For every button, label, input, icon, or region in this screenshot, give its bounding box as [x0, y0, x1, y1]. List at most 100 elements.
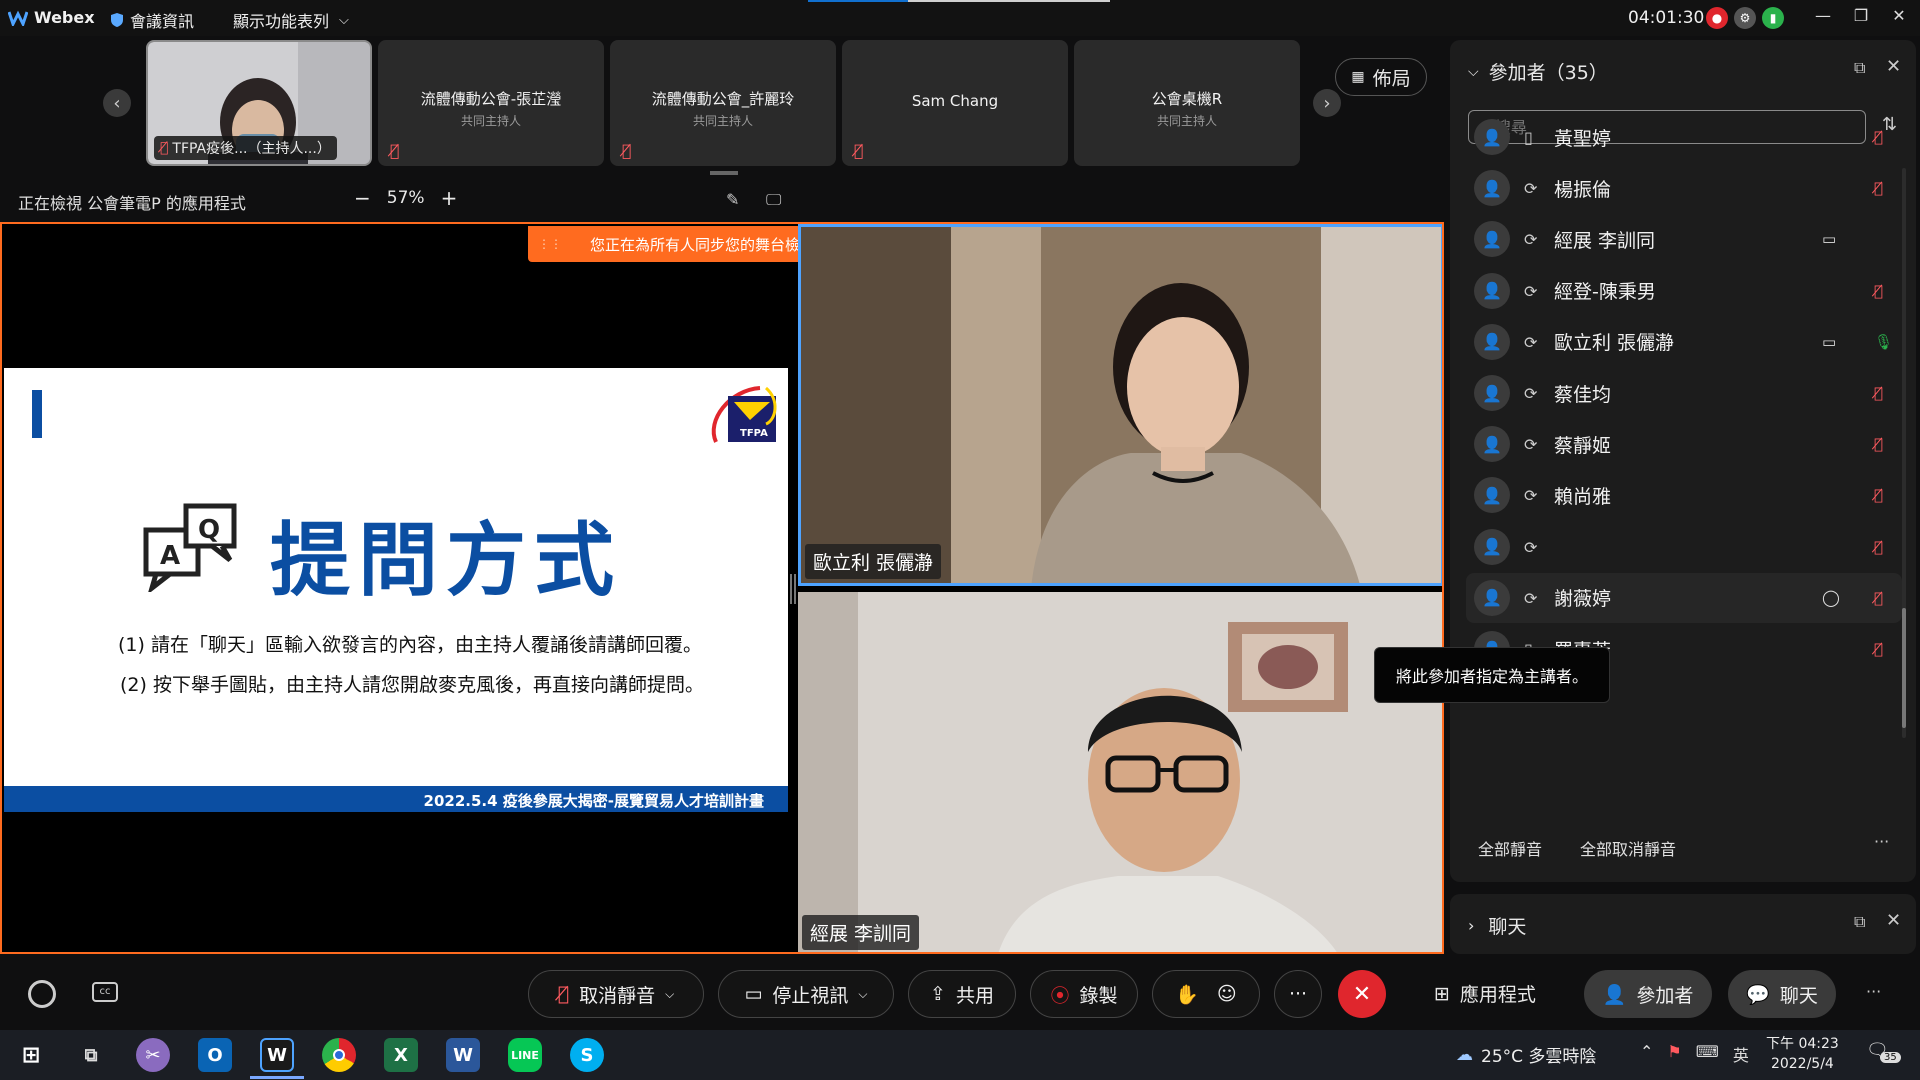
thumbnail-role: 共同主持人: [460, 114, 521, 128]
participant-row[interactable]: 👤 ⟳ 經展 李訓同 ▭: [1466, 214, 1902, 264]
close-icon[interactable]: ✕: [1886, 56, 1901, 77]
network-stats-icon[interactable]: ▮: [1762, 7, 1784, 29]
excel-icon[interactable]: X: [384, 1038, 418, 1072]
popout-icon[interactable]: ⧉: [1854, 912, 1865, 932]
line-icon[interactable]: LINE: [508, 1038, 542, 1072]
video-tile-participant[interactable]: 經展 李訓同: [798, 592, 1442, 952]
video-tile-speaker[interactable]: 歐立利 張儷瀞: [798, 224, 1442, 586]
speaker-video-feed: [801, 227, 1441, 583]
close-icon[interactable]: ✕: [1886, 910, 1901, 931]
record-button[interactable]: ⦿ 錄製: [1030, 970, 1138, 1018]
participant-row[interactable]: 👤 ▯ 黃聖婷 🎙̸: [1466, 112, 1902, 162]
windows-start-icon[interactable]: ⊞: [14, 1038, 48, 1072]
chat-bubble-icon[interactable]: ◯: [1822, 588, 1840, 607]
annotate-icon[interactable]: ✎: [726, 190, 739, 209]
end-meeting-button[interactable]: ✕: [1338, 970, 1386, 1018]
thumbnail-participant[interactable]: 公會桌機R 共同主持人: [1074, 40, 1300, 166]
taskbar-clock[interactable]: 下午 04:23 2022/5/4: [1766, 1034, 1839, 1074]
sync-icon: ⟳: [1524, 332, 1538, 352]
participants-toggle-button[interactable]: 👤 參加者: [1584, 970, 1712, 1018]
participant-row[interactable]: 👤 ⟳ 經登-陳秉男 🎙̸: [1466, 266, 1902, 316]
chevron-left-icon: ‹: [113, 92, 121, 114]
scrollbar-track[interactable]: [1902, 168, 1906, 738]
layout-button[interactable]: ▦ 佈局: [1335, 58, 1427, 96]
stop-video-button[interactable]: ▭ 停止視訊 ⌵: [718, 970, 894, 1018]
scrollbar-thumb[interactable]: [1902, 608, 1906, 728]
captions-icon[interactable]: cc: [92, 982, 118, 1002]
weather-widget[interactable]: ☁ 25°C 多雲時陰: [1456, 1042, 1597, 1068]
share-button[interactable]: ⇪ 共用: [908, 970, 1016, 1018]
mic-muted-icon: 🎙̸: [622, 141, 632, 160]
remote-control-icon[interactable]: 🖵: [766, 190, 781, 210]
participants-header[interactable]: ⌵ 參加者（35）: [1468, 58, 1608, 85]
participant-row[interactable]: 👤 ⟳ 歐立利 張儷瀞 ▭ 🎙: [1466, 317, 1902, 367]
more-panels-button[interactable]: ···: [1866, 982, 1881, 1001]
thumbnail-participant[interactable]: 流體傳動公會_許麗玲 共同主持人 🎙̸: [610, 40, 836, 166]
thumbnail-name: 流體傳動公會-張芷瀅: [420, 90, 562, 108]
assign-presenter-tooltip: 將此參加者指定為主講者。: [1374, 647, 1610, 703]
record-icon: ⦿: [1050, 984, 1070, 1007]
thumbnails-prev-button[interactable]: ‹: [103, 89, 131, 117]
thumbnail-role: 共同主持人: [692, 114, 753, 128]
reactions-icon[interactable]: ☺: [1217, 983, 1237, 1005]
outlook-icon[interactable]: O: [198, 1038, 232, 1072]
task-view-icon[interactable]: ⧉: [74, 1038, 108, 1072]
zoom-in-button[interactable]: +: [441, 186, 458, 210]
skype-icon[interactable]: S: [570, 1038, 604, 1072]
participant-row[interactable]: 👤 ⟳ 楊振倫 🎙̸: [1466, 163, 1902, 213]
chat-toggle-button[interactable]: 💬 聊天: [1728, 970, 1836, 1018]
thumbnail-name: Sam Chang: [911, 92, 999, 110]
participant-row[interactable]: 👤 ⟳ 蔡佳均 🎙̸: [1466, 368, 1902, 418]
raise-hand-icon[interactable]: ✋: [1175, 983, 1199, 1006]
restore-icon[interactable]: ❐: [1842, 6, 1880, 25]
popout-icon[interactable]: ⧉: [1854, 58, 1865, 78]
word-icon[interactable]: W: [446, 1038, 480, 1072]
notification-icon[interactable]: 🗨 35: [1866, 1040, 1901, 1063]
chevron-up-icon[interactable]: ⌃: [1640, 1042, 1653, 1066]
close-icon[interactable]: ✕: [1880, 6, 1918, 25]
minimize-icon[interactable]: —: [1804, 6, 1842, 25]
meeting-info-button[interactable]: 會議資訊: [110, 8, 194, 32]
more-controls-button[interactable]: ···: [1274, 970, 1322, 1018]
mute-all-button[interactable]: 全部靜音: [1478, 836, 1542, 860]
snip-app-icon[interactable]: ✂: [136, 1038, 170, 1072]
participant-row[interactable]: 👤 ⟳ 賴尚雅 🎙̸: [1466, 470, 1902, 520]
participant-name: 蔡靜姬: [1554, 434, 1612, 457]
self-view-icon[interactable]: [28, 980, 56, 1008]
webex-taskbar-icon[interactable]: W: [260, 1038, 294, 1072]
participant-row[interactable]: 👤 ⟳ 🎙̸: [1466, 522, 1902, 572]
app-title[interactable]: Webex: [8, 8, 95, 27]
svg-text:Q: Q: [198, 515, 220, 545]
unmute-button[interactable]: 🎙̸ 取消靜音 ⌵: [528, 970, 704, 1018]
stage-resize-handle[interactable]: [790, 574, 796, 604]
avatar: 👤: [1474, 579, 1510, 616]
thumbnail-host[interactable]: 🎙̸ TFPA疫後...（主持人...）: [146, 40, 372, 166]
weather-text: 25°C 多雲時陰: [1481, 1047, 1597, 1067]
unmute-all-button[interactable]: 全部取消靜音: [1580, 836, 1676, 860]
chat-header[interactable]: › 聊天: [1468, 912, 1526, 939]
sync-icon: ⟳: [1524, 486, 1538, 506]
more-options-button[interactable]: ···: [1874, 832, 1889, 851]
thumbnail-participant[interactable]: Sam Chang 🎙̸: [842, 40, 1068, 166]
thumbnail-participant[interactable]: 流體傳動公會-張芷瀅 共同主持人 🎙̸: [378, 40, 604, 166]
drag-handle-icon[interactable]: ⋮⋮: [538, 237, 562, 251]
shared-slide: TFPA A Q 提問方式 (1) 請在「聊天」區輸入欲發言的內容，由主持人覆誦…: [4, 368, 788, 812]
ime-indicator[interactable]: 英: [1733, 1042, 1749, 1066]
thumbnails-next-button[interactable]: ›: [1313, 89, 1341, 117]
participant-row[interactable]: 👤 ⟳ 蔡靜姬 🎙̸: [1466, 419, 1902, 469]
keyboard-icon[interactable]: ⌨: [1696, 1042, 1719, 1066]
slide-line-2: (2) 按下舉手圖貼，由主持人請您開啟麥克風後，再直接向講師提問。: [120, 674, 704, 696]
sync-banner-text: 您正在為所有人同步您的舞台檢視。: [590, 235, 831, 254]
strip-resize-handle[interactable]: [710, 171, 738, 175]
participant-name: 賴尚雅: [1554, 485, 1612, 508]
zoom-out-button[interactable]: −: [354, 186, 371, 210]
feature-list-toggle[interactable]: 顯示功能表列 ⌵: [233, 8, 349, 32]
chrome-icon[interactable]: [322, 1038, 356, 1072]
slide-accent-bar: [32, 390, 42, 438]
participant-row[interactable]: 👤 ⟳ 謝薇婷 ◯ 🎙̸: [1466, 572, 1902, 623]
avatar: 👤: [1474, 272, 1510, 309]
person-icon: 👤: [1482, 383, 1502, 403]
tray-app-icon[interactable]: ⚑: [1667, 1042, 1681, 1066]
apps-button[interactable]: ⊞ 應用程式: [1434, 980, 1536, 1007]
sync-icon: ⟳: [1524, 179, 1538, 199]
